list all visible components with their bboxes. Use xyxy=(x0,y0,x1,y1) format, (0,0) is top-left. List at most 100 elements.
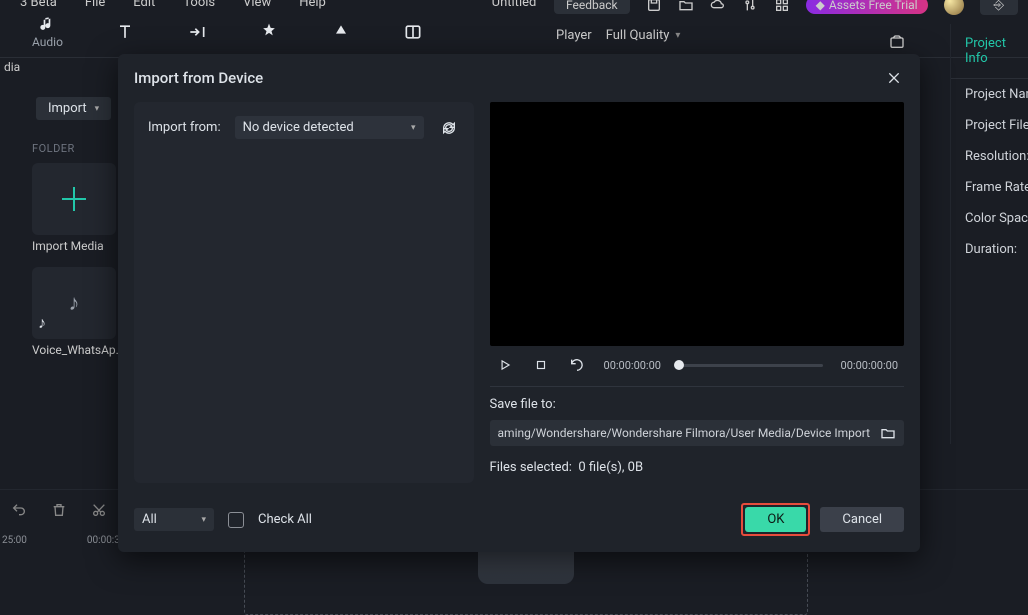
tab-stickers[interactable] xyxy=(331,23,351,41)
chevron-down-icon: ▾ xyxy=(95,104,100,114)
play-button[interactable] xyxy=(496,356,514,374)
assets-label: Assets Free Trial xyxy=(829,0,918,12)
menu-file[interactable]: File xyxy=(85,0,105,10)
device-select[interactable]: No device detected ▾ xyxy=(235,116,424,139)
field-project-name: Project Name xyxy=(951,79,1028,110)
menu-help[interactable]: Help xyxy=(299,0,326,10)
close-button[interactable] xyxy=(884,68,904,88)
ok-button-highlight: OK xyxy=(741,503,810,536)
refresh-button[interactable] xyxy=(438,117,460,139)
field-frame-rate: Frame Rate: xyxy=(951,172,1028,203)
stop-button[interactable] xyxy=(532,356,550,374)
version-label: 3 Beta xyxy=(20,0,57,10)
field-color-space: Color Space: xyxy=(951,203,1028,234)
menubar: 3 Beta File Edit Tools View Help Untitle… xyxy=(0,0,1028,6)
split-icon xyxy=(403,23,423,41)
chevron-down-icon: ▾ xyxy=(411,123,416,133)
project-info-tab[interactable]: Project Info xyxy=(951,24,1028,79)
music-icon: ♪ xyxy=(60,289,88,317)
cut-icon[interactable] xyxy=(90,501,108,519)
ruler-time-0: 25:00 xyxy=(2,535,27,561)
layout-icon[interactable] xyxy=(774,0,790,13)
timeline-drop-zone[interactable] xyxy=(244,549,808,615)
device-select-value: No device detected xyxy=(243,120,354,135)
import-device-dialog: Import from Device Import from: No devic… xyxy=(118,54,920,552)
tab-split[interactable] xyxy=(403,23,423,41)
dialog-footer: All ▾ Check All OK Cancel xyxy=(118,499,920,552)
media-item-label: Voice_WhatsAp... xyxy=(32,343,120,357)
quality-dropdown[interactable]: Full Quality ▾ xyxy=(606,28,681,43)
tab-transitions[interactable] xyxy=(187,23,207,41)
type-filter-select[interactable]: All ▾ xyxy=(134,508,214,531)
plus-icon xyxy=(59,184,89,214)
snapshot-icon[interactable] xyxy=(888,34,906,50)
import-from-label: Import from: xyxy=(148,120,221,135)
effects-icon xyxy=(259,23,279,41)
settings-icon[interactable] xyxy=(742,0,758,13)
progress-handle[interactable] xyxy=(674,360,684,370)
time-start: 00:00:00:00 xyxy=(604,359,661,372)
menu-tools[interactable]: Tools xyxy=(183,0,215,10)
field-resolution: Resolution: xyxy=(951,141,1028,172)
type-filter-value: All xyxy=(142,512,157,527)
tab-effects[interactable] xyxy=(259,23,279,41)
media-icon xyxy=(37,15,57,33)
transitions-icon xyxy=(187,23,207,41)
import-dropdown[interactable]: Import ▾ xyxy=(36,97,111,120)
media-panel: dia Import ▾ FOLDER Import Media ♪ ♪ Voi… xyxy=(0,60,120,440)
delete-icon[interactable] xyxy=(50,501,68,519)
stickers-icon xyxy=(331,23,351,41)
quality-value: Full Quality xyxy=(606,28,670,43)
music-badge-icon: ♪ xyxy=(38,313,46,333)
menu-view[interactable]: View xyxy=(243,0,271,10)
field-duration: Duration: xyxy=(951,234,1028,265)
tab-titles[interactable] xyxy=(115,23,135,41)
cloud-icon[interactable] xyxy=(710,0,726,13)
import-media-tile[interactable] xyxy=(32,163,116,235)
tab-media[interactable]: Audio xyxy=(32,15,63,49)
chevron-down-icon: ▾ xyxy=(201,515,206,525)
video-preview xyxy=(490,102,904,346)
save-icon[interactable] xyxy=(646,0,662,13)
tab-audio-label: Audio xyxy=(32,35,63,49)
files-selected: Files selected: 0 file(s), 0B xyxy=(490,460,904,475)
preview-panel: 00:00:00:00 00:00:00:00 Save file to: am… xyxy=(490,102,904,483)
cancel-button[interactable]: Cancel xyxy=(820,507,904,532)
folder-icon[interactable] xyxy=(678,0,694,13)
save-path-field[interactable]: aming/Wondershare/Wondershare Filmora/Us… xyxy=(490,420,904,446)
preview-controls: 00:00:00:00 00:00:00:00 xyxy=(490,346,904,384)
diamond-icon: ◆ xyxy=(816,0,825,12)
undo-icon[interactable] xyxy=(10,501,28,519)
save-path-value: aming/Wondershare/Wondershare Filmora/Us… xyxy=(498,426,870,440)
rewind-button[interactable] xyxy=(568,356,586,374)
dialog-title: Import from Device xyxy=(134,69,263,87)
export-button[interactable]: ⎆ xyxy=(980,0,1018,15)
menu-edit[interactable]: Edit xyxy=(133,0,155,10)
ok-button[interactable]: OK xyxy=(745,507,806,532)
assets-free-trial-button[interactable]: ◆ Assets Free Trial xyxy=(806,0,928,14)
titles-icon xyxy=(115,23,135,41)
dialog-header: Import from Device xyxy=(118,54,920,102)
player-header: Player Full Quality ▾ xyxy=(556,28,680,43)
project-title: Untitled xyxy=(492,0,537,10)
browse-folder-button[interactable] xyxy=(880,425,896,441)
import-source-panel: Import from: No device detected ▾ xyxy=(134,102,474,483)
media-item-voice[interactable]: ♪ ♪ xyxy=(32,267,116,339)
import-label: Import xyxy=(48,101,87,116)
save-to-label: Save file to: xyxy=(490,397,904,412)
folder-heading: FOLDER xyxy=(32,142,120,155)
chevron-down-icon: ▾ xyxy=(675,30,680,41)
media-tab-label: dia xyxy=(0,60,20,74)
feedback-button[interactable]: Feedback xyxy=(554,0,630,14)
progress-bar[interactable] xyxy=(679,364,823,367)
files-selected-value: 0 file(s), 0B xyxy=(578,460,643,475)
player-label: Player xyxy=(556,28,592,43)
user-avatar[interactable] xyxy=(944,0,964,15)
files-selected-label: Files selected: xyxy=(490,460,572,475)
time-end: 00:00:00:00 xyxy=(841,359,898,372)
check-all-label: Check All xyxy=(258,512,312,527)
divider xyxy=(490,386,904,387)
project-info-panel: Project Info Project Name Project Files … xyxy=(950,24,1028,444)
field-project-files: Project Files xyxy=(951,110,1028,141)
check-all-checkbox[interactable] xyxy=(228,512,244,528)
